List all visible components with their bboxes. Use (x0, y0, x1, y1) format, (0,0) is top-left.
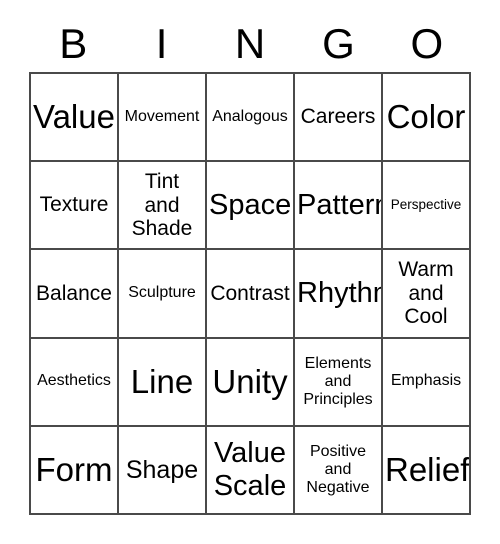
bingo-cell[interactable]: Sculpture (119, 250, 207, 339)
bingo-cell-label: Balance (36, 281, 112, 305)
bingo-cell[interactable]: Rhythm (295, 250, 383, 339)
bingo-cell[interactable]: Balance (31, 250, 119, 339)
bingo-header-letter-i: I (155, 20, 168, 67)
bingo-cell[interactable]: Aesthetics (31, 338, 119, 427)
bingo-cell[interactable]: Careers (295, 74, 383, 163)
bingo-cell-label: Color (386, 97, 466, 135)
bingo-header-letter-o: O (410, 20, 444, 67)
bingo-cell-label: Emphasis (390, 372, 462, 390)
bingo-cell-label: Tint and Shade (131, 170, 193, 241)
bingo-header-letter-g: G (322, 20, 355, 67)
bingo-cell[interactable]: Warm and Cool (383, 250, 471, 339)
bingo-cell-label: Rhythm (297, 277, 381, 310)
bingo-header-letter-b: B (59, 20, 88, 67)
bingo-cell[interactable]: Line (119, 338, 207, 427)
bingo-cell[interactable]: Shape (119, 426, 207, 515)
bingo-cell-label: Elements and Principles (303, 354, 373, 408)
bingo-cell-label: Value Scale (213, 437, 287, 502)
bingo-cell[interactable]: Analogous (207, 74, 295, 163)
bingo-cell-label: Shape (125, 455, 199, 484)
bingo-cell[interactable]: Texture (31, 162, 119, 251)
bingo-cell[interactable]: Pattern (295, 162, 383, 251)
bingo-cell[interactable]: Emphasis (383, 338, 471, 427)
bingo-cell[interactable]: Space (207, 162, 295, 251)
bingo-cell[interactable]: Perspective (383, 162, 471, 251)
bingo-grid: Value Movement Analogous Careers Color T… (29, 72, 471, 515)
bingo-cell[interactable]: Positive and Negative (295, 426, 383, 515)
bingo-cell-label: Relief (385, 450, 470, 488)
bingo-header-row: B I N G O (29, 18, 471, 70)
bingo-cell[interactable]: Form (31, 426, 119, 515)
bingo-cell-label: Line (130, 362, 194, 400)
bingo-cell-label: Analogous (212, 107, 288, 125)
bingo-cell-label: Movement (124, 107, 200, 125)
bingo-cell-label: Unity (212, 362, 288, 400)
bingo-cell-label: Positive and Negative (306, 443, 370, 496)
bingo-cell-label: Pattern (297, 189, 383, 222)
bingo-cell[interactable]: Value (31, 74, 119, 163)
bingo-cell[interactable]: Value Scale (207, 426, 295, 515)
bingo-cell[interactable]: Tint and Shade (119, 162, 207, 251)
bingo-cell-label: Texture (39, 193, 109, 217)
bingo-cell[interactable]: Contrast (207, 250, 295, 339)
bingo-header-letter-n: N (234, 20, 266, 67)
bingo-cell[interactable]: Unity (207, 338, 295, 427)
bingo-cell-label: Sculpture (128, 284, 196, 302)
bingo-cell[interactable]: Movement (119, 74, 207, 163)
bingo-cell-label: Space (209, 189, 292, 222)
bingo-card: B I N G O Value Movement Analogous Caree… (0, 0, 500, 544)
bingo-cell[interactable]: Elements and Principles (295, 338, 383, 427)
bingo-cell-label: Form (35, 450, 113, 488)
bingo-cell-label: Careers (300, 105, 376, 129)
bingo-cell-label: Warm and Cool (398, 258, 454, 329)
bingo-cell[interactable]: Relief (383, 426, 471, 515)
bingo-cell-label: Perspective (390, 197, 462, 213)
bingo-cell-label: Contrast (210, 281, 290, 305)
bingo-cell-label: Value (33, 97, 115, 135)
bingo-cell[interactable]: Color (383, 74, 471, 163)
bingo-cell-label: Aesthetics (37, 372, 111, 390)
